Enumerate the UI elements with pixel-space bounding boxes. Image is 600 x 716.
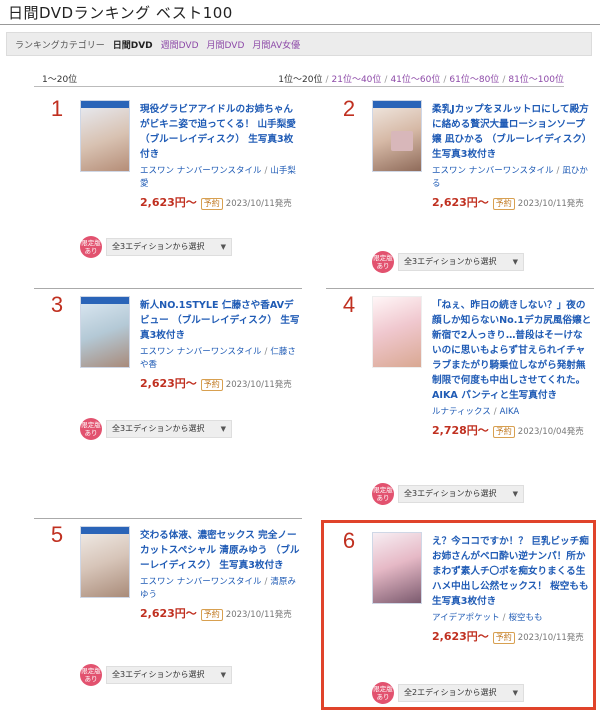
maker-separator: / bbox=[493, 407, 497, 417]
range-separator: / bbox=[443, 75, 447, 85]
range-separator: / bbox=[384, 75, 388, 85]
highlight-box bbox=[321, 520, 596, 710]
edition-select-label: 全3エディションから選択 bbox=[112, 424, 205, 433]
item-divider bbox=[326, 288, 594, 289]
limited-edition-badge: 限定版あり bbox=[80, 236, 102, 258]
edition-select[interactable]: 全3エディションから選択 ▼ bbox=[106, 420, 232, 438]
edition-row: 限定版あり 全3エディションから選択 ▼ bbox=[80, 664, 300, 686]
edition-select-label: 全3エディションから選択 bbox=[404, 489, 497, 498]
dropdown-arrow-icon: ▼ bbox=[512, 258, 518, 266]
product-cover-image[interactable] bbox=[80, 296, 130, 368]
edition-select[interactable]: 全3エディションから選択 ▼ bbox=[106, 238, 232, 256]
edition-row: 限定版あり 全3エディションから選択 ▼ bbox=[372, 251, 592, 273]
maker-separator: / bbox=[264, 347, 268, 357]
product-cover-image[interactable] bbox=[372, 296, 422, 368]
product-title-link[interactable]: 現役グラビアアイドルのお姉ちゃんがビキニ姿で迫ってくる！ 山手梨愛 （ブルーレイ… bbox=[140, 102, 300, 162]
range-link-21-40[interactable]: 21位〜40位 bbox=[332, 75, 382, 85]
edition-select-label: 全3エディションから選択 bbox=[404, 257, 497, 266]
ranking-item-4: 4 「ねぇ、昨日の続きしない？」夜の顔しか知らないNo.1デカ尻風俗嬢と新宿で2… bbox=[326, 288, 594, 513]
title-divider bbox=[0, 24, 600, 25]
dropdown-arrow-icon: ▼ bbox=[512, 490, 518, 498]
rank-number: 2 bbox=[342, 96, 356, 121]
product-title-link[interactable]: 柔乳Jカップをヌルットロにして殿方に絡める贅沢大量ローションソープ嬢 凪ひかる … bbox=[432, 102, 592, 162]
edition-row: 限定版あり 全3エディションから選択 ▼ bbox=[80, 418, 300, 440]
item-divider bbox=[34, 288, 302, 289]
category-daily-dvd[interactable]: 日間DVD bbox=[113, 38, 153, 51]
product-cover-image[interactable] bbox=[80, 100, 130, 172]
product-cover-image[interactable] bbox=[80, 526, 130, 598]
ranking-item-3: 3 新人NO.1STYLE 仁藤さや香AVデビュー （ブルーレイディスク） 生写… bbox=[34, 288, 302, 458]
ranking-item-1: 1 現役グラビアアイドルのお姉ちゃんがビキニ姿で迫ってくる！ 山手梨愛 （ブルー… bbox=[34, 92, 302, 272]
release-date: 2023/10/04発売 bbox=[517, 427, 584, 437]
edition-row: 限定版あり 全3エディションから選択 ▼ bbox=[372, 483, 592, 505]
rank-number: 5 bbox=[50, 522, 64, 547]
price: 2,728円〜 bbox=[432, 424, 489, 437]
product-title-link[interactable]: 交わる体液、濃密セックス 完全ノーカットスペシャル 清原みゆう （ブルーレイディ… bbox=[140, 528, 300, 573]
limited-edition-badge: 限定版あり bbox=[372, 483, 394, 505]
category-bar: ランキングカテゴリー 日間DVD 週間DVD 月間DVD 月間AV女優 bbox=[6, 32, 592, 56]
category-weekly-dvd[interactable]: 週間DVD bbox=[161, 38, 199, 51]
rank-number: 3 bbox=[50, 292, 64, 317]
range-link-61-80[interactable]: 61位〜80位 bbox=[449, 75, 499, 85]
category-monthly-dvd[interactable]: 月間DVD bbox=[207, 38, 245, 51]
ranking-item-5: 5 交わる体液、濃密セックス 完全ノーカットスペシャル 清原みゆう （ブルーレイ… bbox=[34, 518, 302, 698]
limited-edition-badge: 限定版あり bbox=[80, 664, 102, 686]
release-date: 2023/10/11発売 bbox=[225, 380, 292, 390]
edition-select-label: 全3エディションから選択 bbox=[112, 242, 205, 251]
category-monthly-actress[interactable]: 月間AV女優 bbox=[252, 38, 300, 51]
page-title: 日間DVDランキング ベスト100 bbox=[8, 4, 233, 22]
range-separator: / bbox=[325, 75, 329, 85]
reserve-badge: 予約 bbox=[200, 379, 223, 391]
edition-select[interactable]: 全3エディションから選択 ▼ bbox=[398, 485, 524, 503]
price: 2,623円〜 bbox=[140, 607, 197, 620]
maker-separator: / bbox=[264, 577, 268, 587]
item-divider bbox=[34, 518, 302, 519]
reserve-badge: 予約 bbox=[492, 426, 515, 438]
limited-edition-badge: 限定版あり bbox=[80, 418, 102, 440]
release-date: 2023/10/11発売 bbox=[225, 610, 292, 620]
maker-link[interactable]: エスワン ナンバーワンスタイル bbox=[432, 166, 554, 176]
release-date: 2023/10/11発売 bbox=[517, 199, 584, 209]
rank-number: 1 bbox=[50, 96, 64, 121]
product-title-link[interactable]: 「ねぇ、昨日の続きしない？」夜の顔しか知らないNo.1デカ尻風俗嬢と新宿で2人っ… bbox=[432, 298, 592, 403]
range-link-1-20[interactable]: 1位〜20位 bbox=[278, 75, 322, 85]
dropdown-arrow-icon: ▼ bbox=[220, 425, 226, 433]
product-cover-image[interactable] bbox=[372, 100, 422, 172]
category-bar-label: ランキングカテゴリー bbox=[15, 40, 105, 51]
maker-link[interactable]: エスワン ナンバーワンスタイル bbox=[140, 347, 262, 357]
release-date: 2023/10/11発売 bbox=[225, 199, 292, 209]
range-link-41-60[interactable]: 41位〜60位 bbox=[390, 75, 440, 85]
range-separator: / bbox=[502, 75, 506, 85]
maker-separator: / bbox=[264, 166, 268, 176]
product-title-link[interactable]: 新人NO.1STYLE 仁藤さや香AVデビュー （ブルーレイディスク） 生写真3… bbox=[140, 298, 300, 343]
edition-select-label: 全3エディションから選択 bbox=[112, 670, 205, 679]
ranking-item-2: 2 柔乳Jカップをヌルットロにして殿方に絡める贅沢大量ローションソープ嬢 凪ひか… bbox=[326, 92, 594, 282]
edition-row: 限定版あり 全3エディションから選択 ▼ bbox=[80, 236, 300, 258]
edition-select[interactable]: 全3エディションから選択 ▼ bbox=[106, 666, 232, 684]
maker-link[interactable]: エスワン ナンバーワンスタイル bbox=[140, 577, 262, 587]
dropdown-arrow-icon: ▼ bbox=[220, 671, 226, 679]
rank-number: 4 bbox=[342, 292, 356, 317]
reserve-badge: 予約 bbox=[200, 198, 223, 210]
maker-link[interactable]: エスワン ナンバーワンスタイル bbox=[140, 166, 262, 176]
price: 2,623円〜 bbox=[432, 196, 489, 209]
limited-edition-badge: 限定版あり bbox=[372, 251, 394, 273]
reserve-badge: 予約 bbox=[492, 198, 515, 210]
actress-link[interactable]: AIKA bbox=[500, 407, 520, 417]
edition-select[interactable]: 全3エディションから選択 ▼ bbox=[398, 253, 524, 271]
price: 2,623円〜 bbox=[140, 196, 197, 209]
current-range-label: 1〜20位 bbox=[42, 75, 78, 85]
reserve-badge: 予約 bbox=[200, 609, 223, 621]
dropdown-arrow-icon: ▼ bbox=[220, 243, 226, 251]
range-link-81-100[interactable]: 81位〜100位 bbox=[508, 75, 564, 85]
rank-range-bar: 1〜20位 1位〜20位/21位〜40位/41位〜60位/61位〜80位/81位… bbox=[34, 71, 564, 87]
maker-separator: / bbox=[556, 166, 560, 176]
maker-link[interactable]: ルナティックス bbox=[432, 407, 491, 417]
range-links: 1位〜20位/21位〜40位/41位〜60位/61位〜80位/81位〜100位 bbox=[278, 72, 564, 85]
price: 2,623円〜 bbox=[140, 377, 197, 390]
